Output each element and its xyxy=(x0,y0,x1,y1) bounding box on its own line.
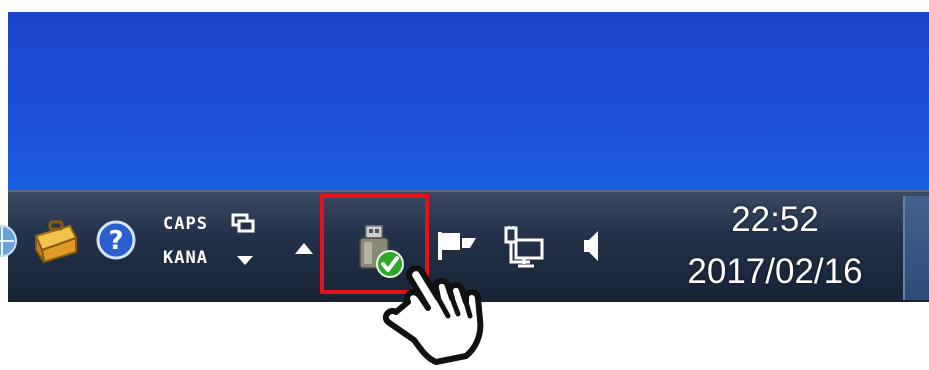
help-icon[interactable]: ? xyxy=(96,220,136,260)
caps-indicator[interactable]: CAPS xyxy=(163,214,208,234)
kana-indicator[interactable]: KANA xyxy=(163,248,208,268)
network-icon[interactable] xyxy=(500,224,548,270)
screenshot-frame: ? CAPS KANA 22:52 2017/02/16 xyxy=(0,0,929,367)
clock-date[interactable]: 2017/02/16 xyxy=(660,252,890,292)
pointing-hand-cursor-icon xyxy=(380,258,498,366)
action-center-flag-icon[interactable] xyxy=(436,228,478,262)
volume-icon[interactable] xyxy=(580,228,606,264)
show-desktop-button[interactable] xyxy=(903,196,929,300)
clock-time[interactable]: 22:52 xyxy=(660,200,890,240)
ime-mode-icon[interactable] xyxy=(231,213,255,235)
dropdown-arrow-icon[interactable] xyxy=(236,251,254,265)
svg-text:?: ? xyxy=(108,226,123,256)
toolbox-icon[interactable] xyxy=(30,218,78,264)
network-globe-icon[interactable] xyxy=(0,224,20,258)
desktop-background xyxy=(8,12,929,190)
show-hidden-icons-arrow[interactable] xyxy=(293,240,315,256)
